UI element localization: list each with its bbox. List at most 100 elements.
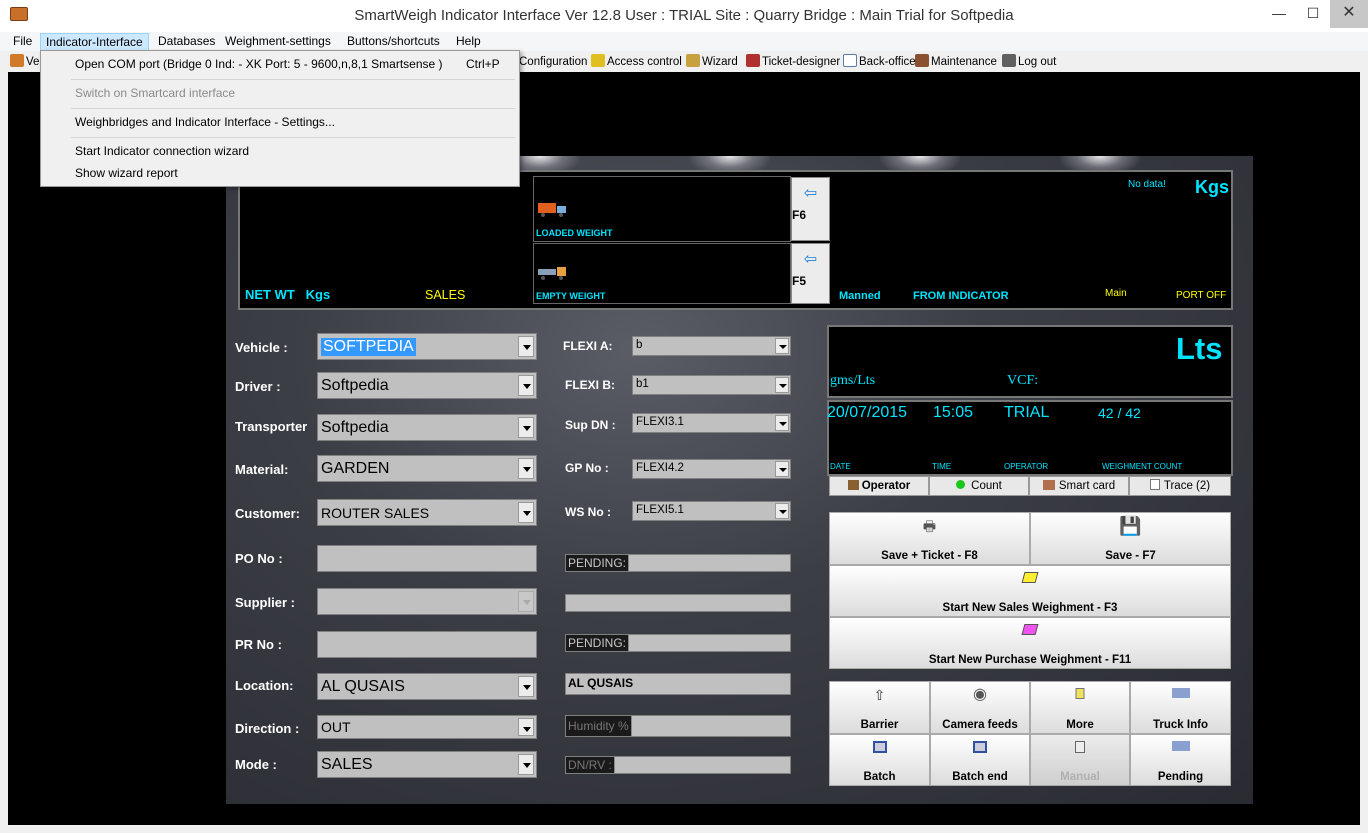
info-tabs: Operator Count Smart card Trace (2) — [829, 476, 1231, 496]
supplier-extra-field[interactable] — [565, 594, 791, 612]
new-purchase-weighment-button[interactable]: Start New Purchase Weighment - F11 — [829, 617, 1231, 669]
camera-feeds-button[interactable]: ◉ Camera feeds — [930, 681, 1030, 734]
batch-button[interactable]: Batch — [829, 734, 930, 786]
location-text[interactable]: AL QUSAIS — [565, 673, 791, 695]
chevron-down-icon[interactable] — [775, 338, 789, 354]
toolbar-vehicle[interactable]: Ve — [10, 54, 39, 70]
menu-connection-wizard[interactable]: Start Indicator connection wizard — [75, 144, 249, 158]
sup-dn-label: Sup DN : — [565, 418, 616, 432]
tools-icon — [915, 54, 929, 67]
chevron-down-icon[interactable] — [518, 754, 534, 775]
f6-button[interactable]: ⇦ F6 — [791, 177, 830, 241]
mode-select[interactable]: SALES — [317, 751, 537, 778]
menu-buttons-shortcuts[interactable]: Buttons/shortcuts — [342, 33, 445, 51]
more-button[interactable]: More — [1030, 681, 1130, 734]
material-select[interactable]: GARDEN — [317, 455, 537, 482]
vehicle-select[interactable]: SOFTPEDIA — [317, 333, 537, 360]
time-value: 15:05 — [933, 404, 974, 421]
date-label: DATE — [830, 462, 851, 471]
webcam-icon: ◉ — [973, 686, 987, 703]
empty-weight-label: EMPTY WEIGHT — [536, 291, 606, 301]
transaction-type: SALES — [425, 288, 466, 302]
menu-indicator-settings[interactable]: Weighbridges and Indicator Interface - S… — [75, 115, 335, 129]
tab-operator[interactable]: Operator — [829, 476, 929, 496]
logout-icon — [1002, 54, 1016, 67]
pending-field[interactable]: PENDING: — [565, 634, 791, 652]
menu-file[interactable]: File — [8, 33, 37, 51]
ws-no-label: WS No : — [565, 505, 611, 519]
flexi-b-select[interactable]: b1 — [632, 375, 791, 395]
ws-no-select[interactable]: FLEXI5.1 — [632, 501, 791, 521]
menu-weighment-settings[interactable]: Weighment-settings — [220, 33, 336, 51]
humidity-field[interactable]: Humidity % — [565, 715, 791, 737]
material-label: Material: — [235, 462, 289, 477]
chevron-down-icon[interactable] — [518, 336, 534, 357]
chevron-down-icon[interactable] — [518, 591, 534, 612]
toolbar-ticket-designer[interactable]: Ticket-designer — [746, 54, 840, 70]
batch-icon — [872, 741, 887, 753]
port-status: PORT OFF — [1176, 290, 1227, 301]
chevron-down-icon[interactable] — [775, 461, 789, 477]
chevron-down-icon[interactable] — [775, 377, 789, 393]
menu-indicator-interface[interactable]: Indicator-Interface — [40, 33, 149, 51]
lts-unit: Lts — [1176, 331, 1223, 366]
supplier-select[interactable] — [317, 588, 537, 615]
document-icon — [843, 54, 857, 67]
toolbar-back-office[interactable]: Back-office — [843, 54, 916, 70]
chevron-down-icon[interactable] — [518, 375, 534, 396]
loaded-weight-label: LOADED WEIGHT — [536, 228, 613, 238]
tab-trace[interactable]: Trace (2) — [1129, 476, 1231, 496]
vehicle-label: Vehicle : — [235, 340, 288, 355]
new-sales-weighment-button[interactable]: Start New Sales Weighment - F3 — [829, 565, 1231, 617]
pending-button[interactable]: Pending — [1130, 734, 1231, 786]
menu-help[interactable]: Help — [451, 33, 486, 51]
bridge-status: Main — [1105, 288, 1127, 299]
truck-info-button[interactable]: Truck Info — [1130, 681, 1231, 734]
barrier-button[interactable]: ⇧ Barrier — [829, 681, 930, 734]
direction-select[interactable]: OUT — [317, 715, 537, 739]
tab-count[interactable]: Count — [929, 476, 1029, 496]
chevron-down-icon[interactable] — [518, 502, 534, 523]
dn-rv-field[interactable]: DN/RV : — [565, 756, 791, 774]
mode-label: Mode : — [235, 757, 277, 772]
toolbar-maintenance[interactable]: Maintenance — [915, 54, 997, 70]
toolbar-wizard[interactable]: Wizard — [686, 54, 738, 70]
batch-end-button[interactable]: Batch end — [930, 734, 1030, 786]
chevron-down-icon[interactable] — [518, 718, 534, 736]
toolbar-access-control[interactable]: Access control — [591, 54, 682, 70]
truck-icon — [10, 54, 24, 67]
empty-weight-panel: EMPTY WEIGHT — [533, 243, 791, 304]
maximize-button[interactable]: ☐ — [1296, 0, 1330, 28]
pr-input[interactable] — [317, 631, 537, 658]
batch-end-icon — [973, 741, 987, 753]
po-input[interactable] — [317, 545, 537, 572]
minimize-button[interactable]: — — [1262, 0, 1296, 28]
menu-separator — [71, 108, 515, 109]
transporter-select[interactable]: Softpedia — [317, 414, 537, 441]
close-button[interactable]: ✕ — [1330, 0, 1368, 28]
save-ticket-button[interactable]: 🖶 Save + Ticket - F8 — [829, 512, 1030, 565]
chevron-down-icon[interactable] — [518, 676, 534, 697]
sup-dn-select[interactable]: FLEXI3.1 — [632, 413, 791, 433]
tab-smart-card[interactable]: Smart card — [1029, 476, 1129, 496]
pending-field[interactable]: PENDING: — [565, 554, 791, 572]
menu-open-com-port[interactable]: Open COM port (Bridge 0 Ind: - XK Port: … — [75, 57, 443, 71]
chevron-down-icon[interactable] — [775, 503, 789, 519]
chevron-down-icon[interactable] — [775, 415, 789, 431]
menu-wizard-report[interactable]: Show wizard report — [75, 166, 178, 180]
save-button[interactable]: 💾 Save - F7 — [1030, 512, 1231, 565]
driver-select[interactable]: Softpedia — [317, 372, 537, 399]
chevron-down-icon[interactable] — [518, 417, 534, 438]
operator-value: TRIAL — [1004, 404, 1050, 421]
menu-smartcard-interface[interactable]: Switch on Smartcard interface — [75, 86, 235, 100]
customer-select[interactable]: ROUTER SALES — [317, 499, 537, 526]
location-select[interactable]: AL QUSAIS — [317, 673, 537, 700]
net-weight-label: NET WT Kgs — [245, 287, 331, 302]
toolbar-log-out[interactable]: Log out — [1002, 54, 1056, 70]
flexi-a-select[interactable]: b — [632, 336, 791, 356]
gp-no-select[interactable]: FLEXI4.2 — [632, 459, 791, 479]
manual-button[interactable]: Manual — [1030, 734, 1130, 786]
chevron-down-icon[interactable] — [518, 458, 534, 479]
f5-button[interactable]: ⇦ F5 — [791, 243, 830, 304]
menu-databases[interactable]: Databases — [153, 33, 220, 51]
